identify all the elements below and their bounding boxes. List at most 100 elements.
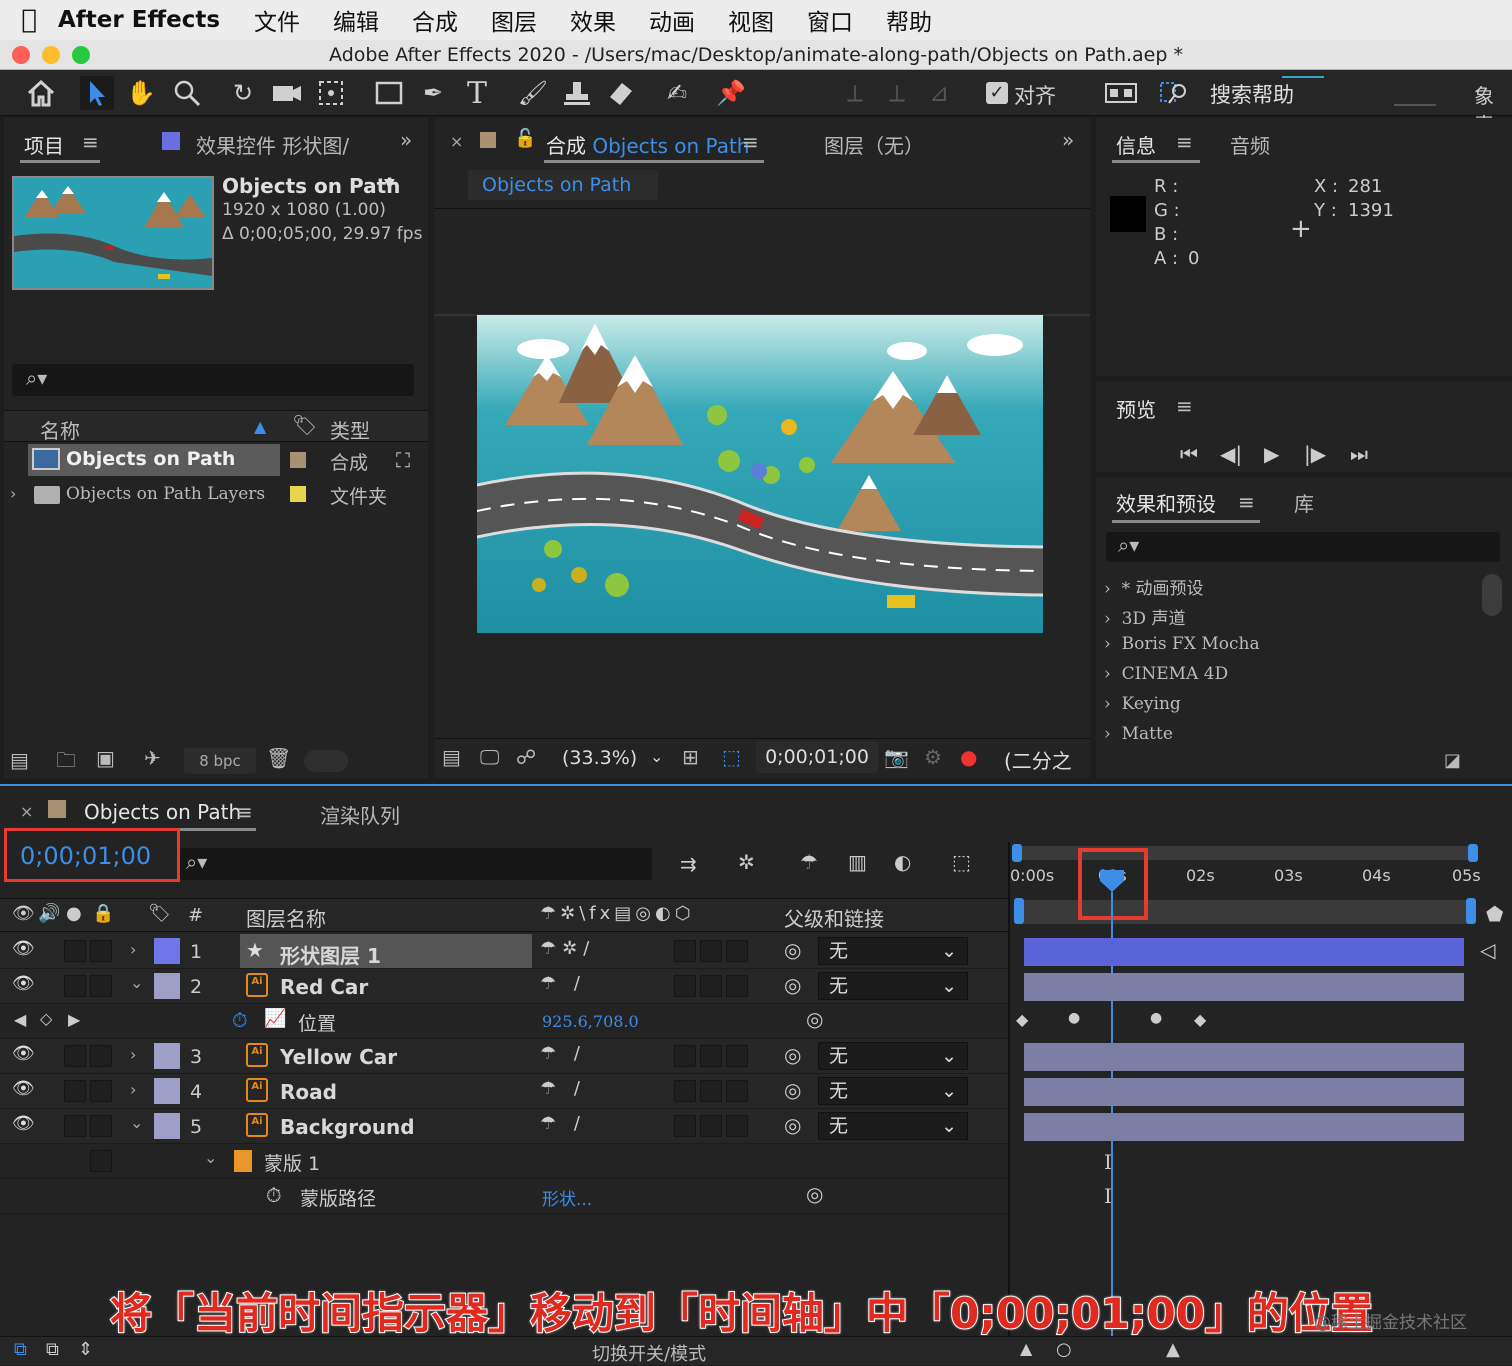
navigator-end-handle[interactable] <box>1466 898 1476 924</box>
tab-timeline-comp[interactable]: Objects on Path <box>84 800 241 824</box>
draft-3d-icon[interactable]: ✲ <box>738 850 755 874</box>
expand-chevron-icon[interactable]: › <box>130 1080 136 1099</box>
layer-label-color[interactable] <box>154 1113 180 1139</box>
lock-switch[interactable] <box>90 1150 112 1172</box>
lock-switch[interactable] <box>90 1115 112 1137</box>
comp-name[interactable]: Objects on Path <box>222 174 400 198</box>
keyframe-roving[interactable]: ● <box>1068 1010 1080 1026</box>
pick-whip-icon[interactable]: ◎ <box>784 1113 801 1137</box>
col-name[interactable]: 名称 <box>40 415 80 444</box>
parent-select[interactable]: 无 ⌄ <box>818 972 968 1000</box>
layer-row[interactable]: 👁 › 3 Ai Yellow Car ☂ / ◎ 无 ⌄ <box>0 1039 1010 1074</box>
current-time-display[interactable]: 0;00;01;00 <box>20 842 151 870</box>
project-item-comp[interactable]: Objects on Path <box>66 448 235 470</box>
mask-row[interactable]: ⌄ 蒙版 1 <box>0 1144 1010 1179</box>
switch-box[interactable] <box>726 1115 748 1137</box>
effects-search-input[interactable]: ⌕▾ <box>1106 532 1500 562</box>
zoom-dropdown-icon[interactable]: ⌄ <box>650 747 663 766</box>
col-type[interactable]: 类型 <box>330 415 370 444</box>
motion-blur-icon[interactable]: ◐ <box>894 850 911 874</box>
composition-viewer[interactable] <box>477 315 1043 633</box>
type-tool-icon[interactable]: T <box>460 76 494 111</box>
switches-col-icons[interactable]: ☂✲\fx▤◎◐⬡ <box>540 903 694 924</box>
lock-col-icon[interactable]: 🔒 <box>92 903 114 924</box>
app-menu[interactable]: After Effects <box>58 7 220 33</box>
brush-tool-icon[interactable]: 🖌 <box>516 76 550 110</box>
hand-tool-icon[interactable]: ✋ <box>124 76 158 110</box>
frame-blending-icon[interactable]: ▥ <box>848 850 867 874</box>
panel-menu-icon[interactable]: ≡ <box>1238 490 1255 514</box>
camera-tool-icon[interactable] <box>270 76 304 110</box>
comp-marker-bin-icon[interactable]: ⬟ <box>1486 902 1503 926</box>
layer-label-color[interactable] <box>154 938 180 964</box>
layer-switches[interactable]: ☂ / <box>540 973 586 994</box>
col-parent-link[interactable]: 父级和链接 <box>784 903 884 932</box>
first-frame-icon[interactable]: ⏮ <box>1180 442 1198 466</box>
interpret-footage-icon[interactable]: ▤ <box>10 748 29 772</box>
panel-menu-icon[interactable]: ≡ <box>1176 394 1193 418</box>
layer-row[interactable]: 👁 ⌄ 2 Ai Red Car ☂ / ◎ 无 ⌄ <box>0 969 1010 1004</box>
zoom-in-icon[interactable]: ▲ <box>1166 1339 1180 1360</box>
rotate-tool-icon[interactable]: ↻ <box>226 76 260 110</box>
switch-box[interactable] <box>700 975 722 997</box>
layer-row[interactable]: 👁 › 1 ★ 形状图层 1 ☂✲/ ◎ 无 ⌄ <box>0 934 1010 969</box>
comp-mini-flowchart-icon[interactable]: ⇉ <box>680 852 697 876</box>
bpc-button[interactable]: 8 bpc <box>184 748 256 774</box>
last-frame-icon[interactable]: ⏭ <box>1350 442 1368 466</box>
lock-switch[interactable] <box>90 1045 112 1067</box>
layer-row[interactable]: 👁 ⌄ 5 Ai Background ☂ / ◎ 无 ⌄ <box>0 1109 1010 1144</box>
monitor-icon[interactable]: 🖵 <box>480 745 499 769</box>
layer-row[interactable]: 👁 › 4 Ai Road ☂ / ◎ 无 ⌄ <box>0 1074 1010 1109</box>
mask-path-value[interactable]: 形状... <box>542 1185 592 1210</box>
tab-info[interactable]: 信息 <box>1116 130 1156 159</box>
timeline-search-input[interactable]: ⌕▾ <box>180 848 652 880</box>
tab-project[interactable]: 项目 <box>24 130 64 159</box>
tab-layer[interactable]: 图层（无） <box>824 130 924 159</box>
effects-item[interactable]: › CINEMA 4D <box>1104 664 1228 684</box>
puppet-pin-tool-icon[interactable]: 📌 <box>714 76 748 110</box>
close-tab-icon[interactable]: × <box>450 132 463 151</box>
effects-item[interactable]: › * 动画预设 <box>1104 574 1204 599</box>
trash-icon[interactable]: 🗑 <box>266 746 291 770</box>
audio-switch[interactable] <box>64 1115 86 1137</box>
align-checkbox[interactable]: ✓ <box>986 82 1008 104</box>
toggle-switches-modes[interactable]: 切换开关/模式 <box>592 1340 706 1366</box>
pick-whip-icon[interactable]: ◎ <box>784 938 801 962</box>
collapse-chevron-icon[interactable]: ⌄ <box>130 1113 143 1132</box>
new-comp-icon[interactable]: ▣ <box>96 746 115 770</box>
zoom-slider[interactable]: ○ <box>1056 1339 1072 1360</box>
expand-chevron-icon[interactable]: › <box>130 1045 136 1064</box>
menu-file[interactable]: 文件 <box>254 3 300 37</box>
layer-switches[interactable]: ☂ / <box>540 1113 586 1134</box>
next-keyframe-icon[interactable]: ▶ <box>68 1010 80 1029</box>
stopwatch-icon[interactable]: ⏱ <box>266 1183 282 1207</box>
navigator-start-handle[interactable] <box>1014 898 1024 924</box>
pick-whip-icon[interactable]: ◎ <box>806 1182 823 1206</box>
label-col-icon[interactable]: 🏷 <box>148 903 171 924</box>
switch-box[interactable] <box>674 1080 696 1102</box>
prev-keyframe-icon[interactable]: ◀ <box>14 1010 26 1029</box>
switch-box[interactable] <box>726 975 748 997</box>
zoom-level[interactable]: (33.3%) <box>562 747 637 769</box>
parent-select[interactable]: 无 ⌄ <box>818 937 968 965</box>
panel-menu-icon[interactable]: ≡ <box>742 130 759 154</box>
world-axis-icon[interactable]: ⟂ <box>880 76 914 110</box>
add-keyframe-icon[interactable]: ◇ <box>40 1009 52 1028</box>
switch-box[interactable] <box>674 940 696 962</box>
mask-path-row[interactable]: ⏱ 蒙版路径 形状... ◎ <box>0 1179 1010 1214</box>
work-area-start-handle[interactable] <box>1012 844 1022 862</box>
position-value[interactable]: 925.6,708.0 <box>542 1012 639 1031</box>
effects-item[interactable]: › Boris FX Mocha <box>1104 634 1260 654</box>
video-visibility-col-icon[interactable]: 👁 <box>12 903 35 924</box>
flowchart-icon[interactable]: ⛶ <box>396 448 410 472</box>
eye-icon[interactable]: 👁 <box>12 938 35 959</box>
switch-box[interactable] <box>674 975 696 997</box>
clone-stamp-tool-icon[interactable] <box>560 76 594 110</box>
minimize-window-button[interactable] <box>42 46 60 64</box>
effects-item[interactable]: › Keying <box>1104 694 1181 714</box>
parent-select[interactable]: 无 ⌄ <box>818 1112 968 1140</box>
menu-layer[interactable]: 图层 <box>491 3 537 37</box>
overflow-chevron-icon[interactable]: » <box>400 128 412 152</box>
property-row[interactable]: ◀ ◇ ▶ ⏱ 📈 位置 925.6,708.0 ◎ <box>0 1004 1010 1039</box>
selection-tool-icon[interactable] <box>80 76 114 110</box>
